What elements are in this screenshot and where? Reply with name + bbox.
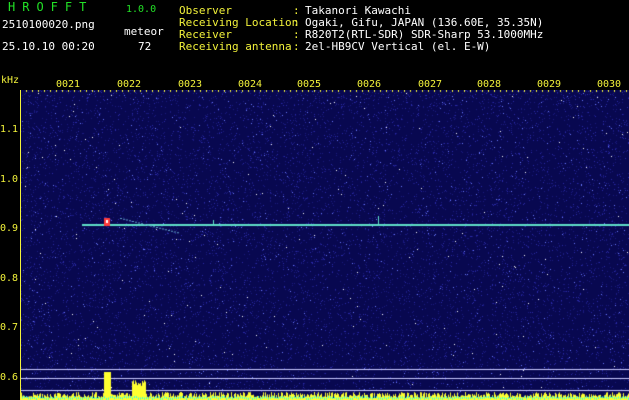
time-tick-0022: 0022 xyxy=(117,79,142,90)
frequency-axis-line xyxy=(20,90,21,400)
file-name: 2510100020.png xyxy=(2,18,95,31)
time-tick-0023: 0023 xyxy=(178,79,203,90)
time-tick-0030: 0030 xyxy=(597,79,622,90)
time-tick-0028: 0028 xyxy=(477,79,502,90)
info-value-antenna: 2el-HB9CV Vertical (el. E-W) xyxy=(305,40,491,53)
time-tick-0026: 0026 xyxy=(357,79,382,90)
frequency-unit-label: kHz xyxy=(1,75,20,86)
time-tick-0029: 0029 xyxy=(537,79,562,90)
freq-tick-0_9: 0.9 xyxy=(0,223,19,234)
app-version: 1.0.0 xyxy=(126,4,157,15)
freq-tick-0_8: 0.8 xyxy=(0,273,19,284)
freq-tick-0_6: 0.6 xyxy=(0,372,19,383)
time-tick-0021: 0021 xyxy=(56,79,81,90)
info-label-antenna: Receiving antenna xyxy=(179,40,292,53)
spectrogram-canvas xyxy=(20,90,629,400)
header-panel: HROFFT 1.0.0 2510100020.png 25.10.10 00:… xyxy=(0,0,629,86)
freq-tick-1_0: 1.0 xyxy=(0,174,19,185)
freq-tick-0_7: 0.7 xyxy=(0,322,19,333)
file-datetime: 25.10.10 00:20 xyxy=(2,40,95,53)
meteor-label: meteor xyxy=(124,25,164,38)
freq-tick-1_1: 1.1 xyxy=(0,124,19,135)
time-tick-0027: 0027 xyxy=(418,79,443,90)
app-logo: HROFFT xyxy=(8,0,94,14)
meteor-count: 72 xyxy=(138,40,152,53)
info-colon: : xyxy=(293,40,300,53)
time-tick-0025: 0025 xyxy=(297,79,322,90)
time-tick-0024: 0024 xyxy=(238,79,263,90)
